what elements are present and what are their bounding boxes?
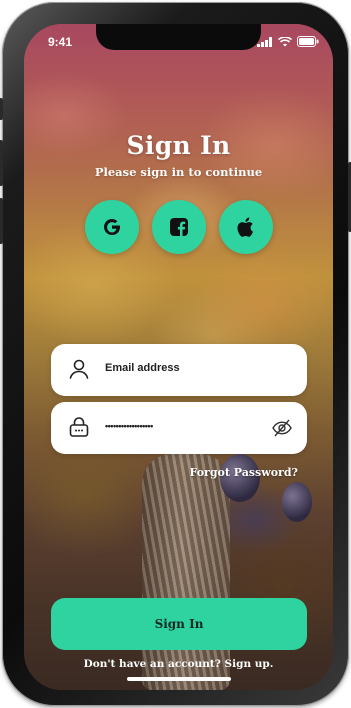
apple-icon (237, 217, 253, 237)
status-time: 9:41 (48, 35, 73, 49)
notch (96, 24, 261, 50)
eye-off-icon[interactable] (271, 417, 293, 439)
volume-up-button (0, 140, 3, 186)
sign-up-link[interactable]: Don't have an account? Sign up. (24, 658, 333, 670)
email-placeholder: Email address (105, 362, 180, 374)
wifi-icon (278, 36, 292, 46)
battery-icon (297, 36, 319, 47)
page-subtitle: Please sign in to continue (94, 165, 263, 179)
phone-frame: 9:41 Sign In Please sign in to continue (0, 2, 351, 706)
lock-icon (69, 417, 89, 437)
apple-signin-button[interactable] (219, 200, 273, 254)
signal-icon (257, 36, 272, 47)
google-signin-button[interactable] (85, 200, 139, 254)
mute-switch (0, 98, 3, 120)
phone-screen: 9:41 Sign In Please sign in to continue (24, 24, 333, 690)
volume-down-button (0, 198, 3, 244)
user-icon (69, 359, 89, 379)
home-indicator (127, 677, 231, 681)
page-title: Sign In (126, 131, 231, 160)
google-icon (104, 219, 120, 235)
status-icons (257, 36, 319, 47)
email-field[interactable]: Email address (51, 344, 307, 396)
forgot-password-link[interactable]: Forgot Password? (189, 466, 298, 479)
facebook-icon (170, 218, 188, 236)
password-field[interactable]: •••••••••••••••••• (51, 402, 307, 454)
sign-in-button[interactable]: Sign In (51, 598, 307, 650)
password-value: •••••••••••••••••• (105, 421, 153, 431)
facebook-signin-button[interactable] (152, 200, 206, 254)
